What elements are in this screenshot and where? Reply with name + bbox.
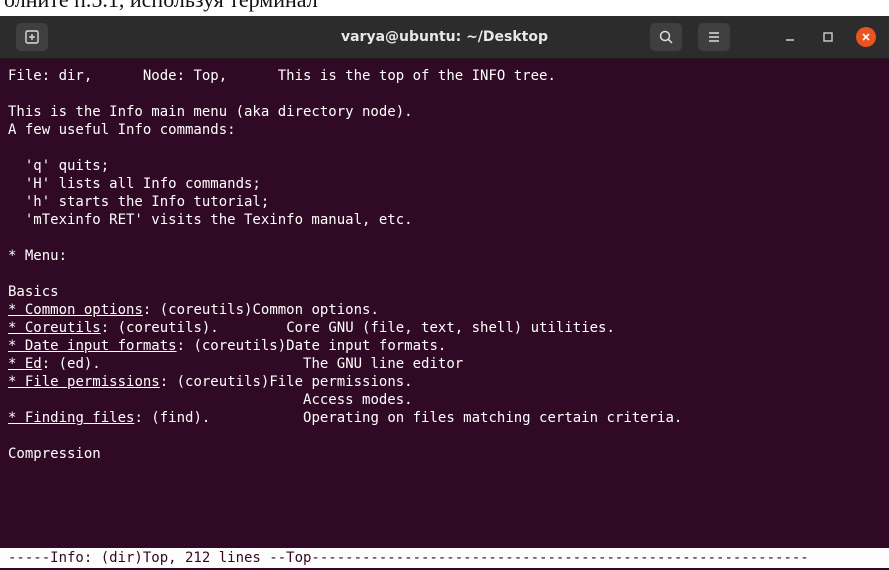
menu-heading: * Menu: bbox=[8, 248, 68, 264]
menu-item-ref: : (ed). bbox=[41, 356, 101, 372]
document-caption: олните п.5.1, используя терминал bbox=[4, 0, 318, 13]
menu-item-desc: Date input formats. bbox=[286, 338, 447, 354]
titlebar: varya@ubuntu: ~/Desktop bbox=[0, 16, 889, 59]
menu-item-common-options[interactable]: * Common options: (coreutils)Common opti… bbox=[8, 301, 379, 319]
minimize-icon bbox=[786, 39, 794, 41]
intro-line: This is the Info main menu (aka director… bbox=[8, 104, 413, 120]
command-line: 'h' starts the Info tutorial; bbox=[8, 194, 270, 210]
menu-button[interactable] bbox=[698, 23, 730, 51]
menu-item-continuation: Access modes. bbox=[8, 391, 413, 409]
menu-item-ref: : (find). bbox=[134, 410, 211, 426]
menu-item-desc: Operating on files matching certain crit… bbox=[303, 410, 683, 426]
menu-item-ref: : (coreutils). bbox=[100, 320, 219, 336]
menu-item-link[interactable]: Ed bbox=[25, 356, 42, 372]
menu-item-desc: Access modes. bbox=[303, 392, 413, 408]
terminal-content[interactable]: File: dir, Node: Top, This is the top of… bbox=[0, 59, 889, 570]
menu-item-link[interactable]: Finding files bbox=[25, 410, 135, 426]
menu-item-ed[interactable]: * Ed: (ed). The GNU line editor bbox=[8, 355, 463, 373]
menu-item-desc: Core GNU (file, text, shell) utilities. bbox=[286, 320, 615, 336]
menu-item-link[interactable]: Date input formats bbox=[25, 338, 177, 354]
header-node: Node: Top, bbox=[142, 68, 228, 84]
menu-item-desc: Common options. bbox=[252, 302, 379, 318]
info-status-line: -----Info: (dir)Top, 212 lines --Top----… bbox=[0, 548, 889, 568]
menu-item-link[interactable]: Common options bbox=[25, 302, 143, 318]
header-description: This is the top of the INFO tree. bbox=[277, 68, 556, 84]
close-icon bbox=[862, 33, 870, 41]
menu-item-file-permissions[interactable]: * File permissions: (coreutils)File perm… bbox=[8, 373, 413, 391]
menu-item-ref: : (coreutils) bbox=[176, 338, 287, 354]
menu-item-coreutils[interactable]: * Coreutils: (coreutils). Core GNU (file… bbox=[8, 319, 615, 337]
search-icon bbox=[659, 30, 673, 44]
menu-item-ref: : (coreutils) bbox=[159, 374, 270, 390]
command-line: 'q' quits; bbox=[8, 158, 110, 174]
maximize-icon bbox=[823, 32, 833, 42]
terminal-window: varya@ubuntu: ~/Desktop File: dir, Node:… bbox=[0, 16, 889, 570]
close-button[interactable] bbox=[856, 27, 876, 47]
header-file: File: dir, bbox=[8, 68, 93, 84]
command-line: 'mTexinfo RET' visits the Texinfo manual… bbox=[8, 212, 413, 228]
hamburger-menu-icon bbox=[709, 32, 719, 42]
section-compression: Compression bbox=[8, 446, 101, 462]
menu-item-link[interactable]: Coreutils bbox=[25, 320, 101, 336]
minimize-button[interactable] bbox=[780, 27, 800, 47]
info-header-line: File: dir, Node: Top, This is the top of… bbox=[8, 67, 556, 85]
intro-line: A few useful Info commands: bbox=[8, 122, 236, 138]
document-caption-strip: олните п.5.1, используя терминал bbox=[0, 0, 889, 16]
menu-item-desc: File permissions. bbox=[269, 374, 413, 390]
section-basics: Basics bbox=[8, 284, 59, 300]
menu-item-link[interactable]: File permissions bbox=[25, 374, 160, 390]
menu-item-ref: : (coreutils) bbox=[142, 302, 253, 318]
window-title: varya@ubuntu: ~/Desktop bbox=[340, 29, 549, 45]
menu-item-date-input-formats[interactable]: * Date input formats: (coreutils)Date in… bbox=[8, 337, 446, 355]
menu-item-desc: The GNU line editor bbox=[303, 356, 464, 372]
search-button[interactable] bbox=[650, 23, 682, 51]
menu-item-finding-files[interactable]: * Finding files: (find). Operating on fi… bbox=[8, 409, 682, 427]
command-line: 'H' lists all Info commands; bbox=[8, 176, 261, 192]
maximize-button[interactable] bbox=[818, 27, 838, 47]
